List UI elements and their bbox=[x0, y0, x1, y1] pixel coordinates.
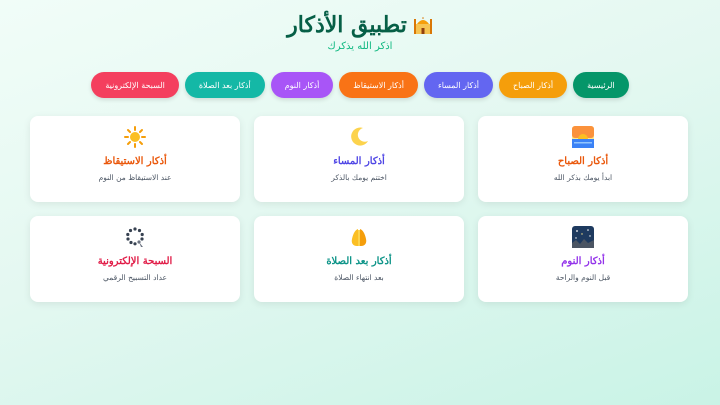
mosque-icon bbox=[413, 17, 432, 34]
nav-after-prayer-button[interactable]: أذكار بعد الصلاة bbox=[184, 72, 265, 98]
card-description: اختتم يومك بالذكر bbox=[331, 173, 387, 182]
card-title: أذكار النوم bbox=[561, 256, 605, 267]
nav-home-button[interactable]: الرئيسية bbox=[573, 72, 629, 98]
nav-tasbih-button[interactable]: السبحة الإلكترونية bbox=[91, 72, 179, 98]
card-waking[interactable]: أذكار الاستيقاظ عند الاستيقاظ من النوم bbox=[30, 116, 240, 202]
nav-waking-button[interactable]: أذكار الاستيقاظ bbox=[339, 72, 418, 98]
card-title: أذكار الاستيقاظ bbox=[103, 156, 167, 167]
crescent-moon-icon bbox=[351, 127, 368, 146]
nav-morning-button[interactable]: أذكار الصباح bbox=[499, 72, 568, 98]
card-after-prayer[interactable]: أذكار بعد الصلاة بعد انتهاء الصلاة bbox=[254, 216, 464, 302]
praying-hands-icon bbox=[351, 229, 367, 246]
card-description: قبل النوم والراحة bbox=[555, 273, 611, 282]
nav-bar: الرئيسية أذكار الصباح أذكار المساء أذكار… bbox=[0, 72, 720, 98]
card-description: عند الاستيقاظ من النوم bbox=[98, 173, 172, 182]
app-header: تطبيق الأذكار اذكر الله يذكرك bbox=[0, 0, 720, 62]
nav-sleep-button[interactable]: أذكار النوم bbox=[270, 72, 334, 98]
card-evening[interactable]: أذكار المساء اختتم يومك بالذكر bbox=[254, 116, 464, 202]
card-sleep[interactable]: أذكار النوم قبل النوم والراحة bbox=[478, 216, 688, 302]
night-sky-icon bbox=[572, 226, 594, 248]
card-title: السبحة الإلكترونية bbox=[97, 256, 173, 267]
card-description: بعد انتهاء الصلاة bbox=[334, 273, 384, 282]
sun-icon bbox=[124, 126, 146, 148]
title-row: تطبيق الأذكار bbox=[0, 12, 720, 38]
card-title: أذكار بعد الصلاة bbox=[326, 256, 392, 267]
nav-evening-button[interactable]: أذكار المساء bbox=[423, 72, 493, 98]
app-title: تطبيق الأذكار bbox=[287, 12, 407, 38]
card-morning[interactable]: أذكار الصباح ابدأ يومك بذكر الله bbox=[478, 116, 688, 202]
app-subtitle: اذكر الله يذكرك bbox=[327, 41, 393, 52]
cards-grid: أذكار الصباح ابدأ يومك بذكر الله أذكار ا… bbox=[30, 116, 688, 302]
card-description: ابدأ يومك بذكر الله bbox=[553, 173, 613, 182]
card-tasbih[interactable]: السبحة الإلكترونية عداد التسبيح الرقمي bbox=[30, 216, 240, 302]
card-description: عداد التسبيح الرقمي bbox=[103, 273, 167, 282]
card-title: أذكار الصباح bbox=[557, 156, 609, 167]
card-title: أذكار المساء bbox=[333, 156, 385, 167]
prayer-beads-icon bbox=[126, 227, 144, 247]
sunrise-icon bbox=[572, 126, 594, 148]
